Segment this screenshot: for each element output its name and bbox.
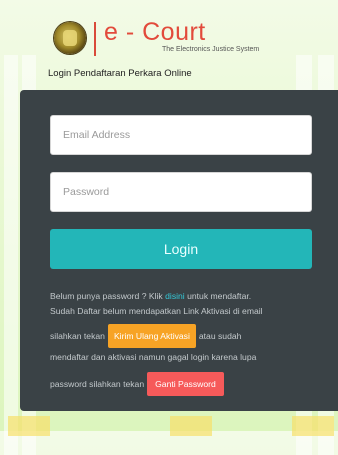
password-input[interactable] [50,172,312,212]
info-line-forgot: mendaftar dan aktivasi namun gagal login… [50,352,257,362]
info-line-activation: Sudah Daftar belum mendapatkan Link Akti… [50,306,263,316]
background-tile [292,416,334,436]
info-line-register: Belum punya password ? Klik disini untuk… [50,290,251,302]
logo-separator [94,22,96,56]
background-tile [170,416,212,436]
brand-tagline: The Electronics Justice System [162,46,260,53]
brand-separator: - [118,18,143,46]
background-column [4,55,18,455]
info-text-segment: Belum punya password ? Klik [50,291,166,301]
background-tile [8,416,50,436]
info-text-segment: atau sudah [198,331,242,341]
login-card: Login Belum punya password ? Klik disini… [20,90,338,411]
resend-activation-button[interactable]: Kirim Ulang Aktivasi [107,324,196,348]
login-button[interactable]: Login [50,229,312,269]
info-text-segment: password silahkan tekan [50,379,145,389]
emblem-detail [63,30,77,46]
change-password-button[interactable]: Ganti Password [147,372,224,396]
brand-name: Court [142,18,206,46]
brand-prefix: e [104,18,119,46]
info-text-segment: untuk mendaftar. [184,291,252,301]
page-subtitle: Login Pendaftaran Perkara Online [48,68,192,79]
info-text-segment: silahkan tekan [50,331,105,341]
email-input[interactable] [50,115,312,155]
court-emblem-logo [54,22,86,54]
register-link[interactable]: disini [165,291,185,301]
brand-title: e - Court [104,18,206,46]
info-line-change-password: password silahkan tekan Ganti Password [50,372,224,396]
info-line-resend: silahkan tekan Kirim Ulang Aktivasi atau s… [50,324,241,348]
